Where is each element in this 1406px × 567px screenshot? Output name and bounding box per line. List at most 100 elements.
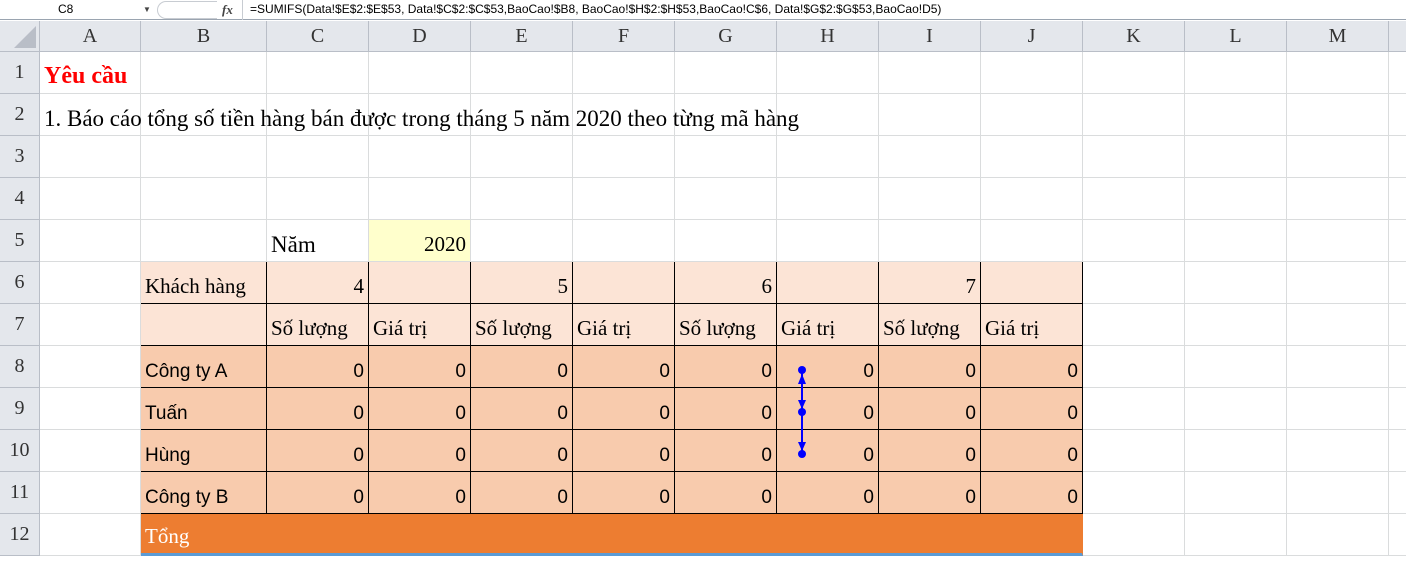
grid-cell[interactable] bbox=[1083, 220, 1185, 262]
grid-cell[interactable] bbox=[573, 220, 675, 262]
grid-cell[interactable] bbox=[675, 52, 777, 94]
grid-cell[interactable] bbox=[1389, 262, 1406, 304]
value-cell[interactable]: 0 bbox=[573, 430, 675, 472]
grid-cell[interactable] bbox=[40, 514, 141, 556]
grid-cell[interactable] bbox=[267, 52, 369, 94]
grid-cell[interactable] bbox=[879, 178, 981, 220]
grid-cell[interactable] bbox=[675, 220, 777, 262]
cell-D7[interactable]: Giá trị bbox=[369, 304, 471, 346]
row-label-2[interactable]: Tuấn bbox=[141, 388, 267, 430]
grid-cell[interactable] bbox=[879, 52, 981, 94]
grid-cell[interactable] bbox=[1083, 346, 1185, 388]
grid-cell[interactable] bbox=[141, 136, 267, 178]
value-cell[interactable]: 0 bbox=[471, 388, 573, 430]
grid-cell[interactable] bbox=[40, 304, 141, 346]
row-header-8[interactable]: 8 bbox=[0, 346, 40, 388]
column-header-G[interactable]: G bbox=[675, 21, 777, 52]
value-cell[interactable]: 0 bbox=[471, 472, 573, 514]
column-header-extra[interactable] bbox=[1389, 21, 1406, 52]
grid-cell[interactable] bbox=[141, 178, 267, 220]
insert-function-icon[interactable]: fx bbox=[222, 0, 233, 19]
grid-cell[interactable] bbox=[1083, 388, 1185, 430]
row-header-7[interactable]: 7 bbox=[0, 304, 40, 346]
value-cell[interactable]: 0 bbox=[879, 472, 981, 514]
column-header-I[interactable]: I bbox=[879, 21, 981, 52]
value-cell[interactable]: 0 bbox=[267, 472, 369, 514]
column-header-E[interactable]: E bbox=[471, 21, 573, 52]
value-cell[interactable]: 0 bbox=[573, 472, 675, 514]
row-header-6[interactable]: 6 bbox=[0, 262, 40, 304]
value-cell[interactable]: 0 bbox=[777, 346, 879, 388]
grid-cell[interactable] bbox=[40, 388, 141, 430]
cell-G7[interactable]: Số lượng bbox=[675, 304, 777, 346]
cell-F6[interactable] bbox=[573, 262, 675, 304]
grid-cell[interactable] bbox=[879, 94, 981, 136]
formula-input[interactable]: =SUMIFS(Data!$E$2:$E$53, Data!$C$2:$C$53… bbox=[250, 0, 941, 19]
grid-cell[interactable] bbox=[1287, 262, 1389, 304]
value-cell[interactable]: 0 bbox=[267, 430, 369, 472]
row-header-10[interactable]: 10 bbox=[0, 430, 40, 472]
grid-cell[interactable] bbox=[1083, 136, 1185, 178]
value-cell[interactable]: 0 bbox=[981, 430, 1083, 472]
grid-cell[interactable] bbox=[1185, 388, 1287, 430]
row-header-2[interactable]: 2 bbox=[0, 94, 40, 136]
row-header-11[interactable]: 11 bbox=[0, 472, 40, 514]
column-header-M[interactable]: M bbox=[1287, 21, 1389, 52]
row-header-4[interactable]: 4 bbox=[0, 178, 40, 220]
cell-C7[interactable]: Số lượng bbox=[267, 304, 369, 346]
column-header-D[interactable]: D bbox=[369, 21, 471, 52]
grid-cell[interactable] bbox=[40, 472, 141, 514]
value-cell[interactable]: 0 bbox=[471, 346, 573, 388]
value-cell[interactable]: 0 bbox=[573, 388, 675, 430]
grid-cell[interactable] bbox=[471, 220, 573, 262]
grid-cell[interactable] bbox=[1185, 220, 1287, 262]
cell-H7[interactable]: Giá trị bbox=[777, 304, 879, 346]
grid-cell[interactable] bbox=[1185, 94, 1287, 136]
grid-cell[interactable] bbox=[1083, 430, 1185, 472]
grid-cell[interactable] bbox=[981, 94, 1083, 136]
row-header-9[interactable]: 9 bbox=[0, 388, 40, 430]
value-cell[interactable]: 0 bbox=[879, 388, 981, 430]
value-cell[interactable]: 0 bbox=[777, 388, 879, 430]
select-all-button[interactable] bbox=[0, 21, 40, 52]
value-cell[interactable]: 0 bbox=[675, 472, 777, 514]
cell-E7[interactable]: Số lượng bbox=[471, 304, 573, 346]
value-cell[interactable]: 0 bbox=[267, 346, 369, 388]
column-header-C[interactable]: C bbox=[267, 21, 369, 52]
cell-J7[interactable]: Giá trị bbox=[981, 304, 1083, 346]
cell-D5[interactable]: 2020 bbox=[369, 220, 471, 262]
grid-cell[interactable] bbox=[1389, 220, 1406, 262]
column-header-K[interactable]: K bbox=[1083, 21, 1185, 52]
cell-J6[interactable] bbox=[981, 262, 1083, 304]
value-cell[interactable]: 0 bbox=[879, 346, 981, 388]
grid-cell[interactable] bbox=[1083, 514, 1185, 556]
column-header-B[interactable]: B bbox=[141, 21, 267, 52]
total-row[interactable]: Tổng bbox=[141, 514, 1083, 556]
grid-cell[interactable] bbox=[141, 220, 267, 262]
grid-cell[interactable] bbox=[879, 136, 981, 178]
value-cell[interactable]: 0 bbox=[471, 430, 573, 472]
cell-H6[interactable] bbox=[777, 262, 879, 304]
cell-E6[interactable]: 5 bbox=[471, 262, 573, 304]
grid-cell[interactable] bbox=[1389, 430, 1406, 472]
grid-cell[interactable] bbox=[1185, 430, 1287, 472]
value-cell[interactable]: 0 bbox=[981, 388, 1083, 430]
grid-cell[interactable] bbox=[369, 136, 471, 178]
grid-cell[interactable] bbox=[1083, 52, 1185, 94]
grid-cell[interactable] bbox=[40, 178, 141, 220]
grid-cell[interactable] bbox=[1287, 220, 1389, 262]
grid-cell[interactable] bbox=[40, 220, 141, 262]
grid-cell[interactable] bbox=[40, 262, 141, 304]
grid-cell[interactable] bbox=[1389, 514, 1406, 556]
value-cell[interactable]: 0 bbox=[369, 472, 471, 514]
spreadsheet-grid[interactable]: A B C D E F G H I J K L M 1 2 3 4 5 6 7 8 9 10 11 12 Yêu cầu 1. Bá… bbox=[0, 21, 1406, 567]
value-cell[interactable]: 0 bbox=[675, 388, 777, 430]
grid-cell[interactable] bbox=[777, 52, 879, 94]
name-box-dropdown-icon[interactable]: ▼ bbox=[143, 0, 151, 19]
grid-cell[interactable] bbox=[981, 178, 1083, 220]
grid-cell[interactable] bbox=[1389, 178, 1406, 220]
grid-cell[interactable] bbox=[471, 136, 573, 178]
name-box[interactable]: C8 bbox=[0, 0, 150, 19]
row-header-3[interactable]: 3 bbox=[0, 136, 40, 178]
value-cell[interactable]: 0 bbox=[369, 430, 471, 472]
